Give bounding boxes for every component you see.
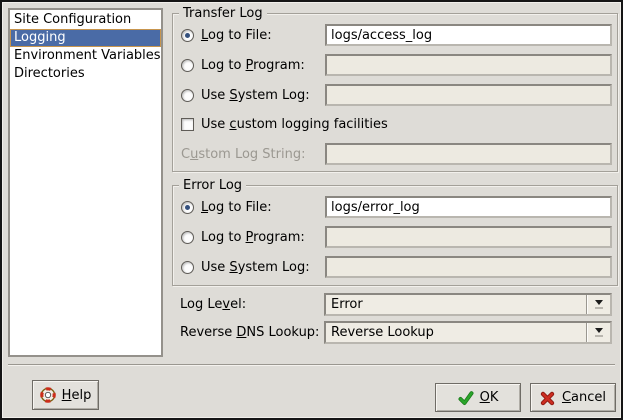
transfer-system-log-input: [325, 84, 612, 106]
transfer-use-system-log-row: Use System Log:: [181, 84, 612, 106]
error-log-file-input[interactable]: [325, 196, 612, 218]
error-log-to-file-label: Log to File:: [201, 200, 272, 215]
cancel-button[interactable]: Cancel: [530, 383, 616, 412]
error-log-to-file-radio[interactable]: [181, 201, 194, 214]
transfer-log-to-program-row: Log to Program:: [181, 54, 612, 76]
custom-facilities-label: Use custom logging facilities: [201, 117, 388, 132]
transfer-log-group: Transfer Log Log to File: Log to Program…: [172, 13, 618, 172]
sidebar-item-directories[interactable]: Directories: [10, 65, 161, 83]
transfer-log-to-file-label: Log to File:: [201, 28, 272, 43]
ok-button[interactable]: OK: [435, 383, 521, 412]
footer-separator: [8, 364, 615, 365]
reverse-dns-value: Reverse Lookup: [326, 323, 586, 342]
transfer-log-title: Transfer Log: [179, 5, 267, 22]
ok-button-label: OK: [480, 390, 499, 405]
error-log-to-program-label: Log to Program:: [201, 230, 305, 245]
reverse-dns-label: Reverse DNS Lookup:: [180, 325, 324, 340]
log-level-label: Log Level:: [180, 297, 324, 312]
category-list: Site Configuration Logging Environment V…: [8, 8, 163, 357]
sidebar-item-site-configuration[interactable]: Site Configuration: [10, 11, 161, 29]
reverse-dns-select[interactable]: Reverse Lookup: [324, 321, 612, 344]
custom-log-string-input: [325, 143, 612, 165]
error-log-to-file-row: Log to File:: [181, 196, 612, 218]
error-use-system-log-row: Use System Log:: [181, 256, 612, 278]
logging-settings-dialog: Site Configuration Logging Environment V…: [0, 0, 623, 420]
cancel-button-label: Cancel: [562, 390, 606, 405]
log-level-select[interactable]: Error: [324, 293, 612, 316]
error-system-log-input: [325, 256, 612, 278]
dropdown-arrow-icon: [587, 323, 610, 342]
dropdown-arrow-icon: [587, 295, 610, 314]
log-level-value: Error: [326, 295, 586, 314]
transfer-log-to-program-radio[interactable]: [181, 59, 194, 72]
error-use-system-log-label: Use System Log:: [201, 260, 310, 275]
transfer-use-system-log-label: Use System Log:: [201, 88, 310, 103]
error-log-to-program-radio[interactable]: [181, 231, 194, 244]
check-icon: [458, 390, 474, 406]
help-button-label: Help: [62, 388, 92, 403]
transfer-log-file-input[interactable]: [325, 24, 612, 46]
error-log-program-input: [325, 226, 612, 248]
cross-icon: [540, 390, 556, 406]
transfer-log-to-file-row: Log to File:: [181, 24, 612, 46]
lifebuoy-icon: [40, 387, 56, 403]
sidebar-item-logging[interactable]: Logging: [10, 29, 161, 47]
error-log-group: Error Log Log to File: Log to Program:: [172, 185, 618, 286]
reverse-dns-row: Reverse DNS Lookup: Reverse Lookup: [180, 321, 612, 344]
transfer-log-to-file-radio[interactable]: [181, 29, 194, 42]
sidebar-item-environment-variables[interactable]: Environment Variables: [10, 47, 161, 65]
error-log-to-program-row: Log to Program:: [181, 226, 612, 248]
transfer-log-to-program-label: Log to Program:: [201, 58, 305, 73]
help-button[interactable]: Help: [32, 380, 99, 410]
error-use-system-log-radio[interactable]: [181, 261, 194, 274]
custom-log-string-row: Custom Log String:: [181, 143, 612, 165]
custom-log-string-label: Custom Log String:: [181, 147, 305, 162]
custom-facilities-checkbox[interactable]: [181, 118, 194, 131]
log-level-row: Log Level: Error: [180, 293, 612, 316]
transfer-use-system-log-radio[interactable]: [181, 89, 194, 102]
error-log-title: Error Log: [179, 177, 246, 194]
custom-facilities-row: Use custom logging facilities: [181, 114, 612, 135]
transfer-log-program-input: [325, 54, 612, 76]
